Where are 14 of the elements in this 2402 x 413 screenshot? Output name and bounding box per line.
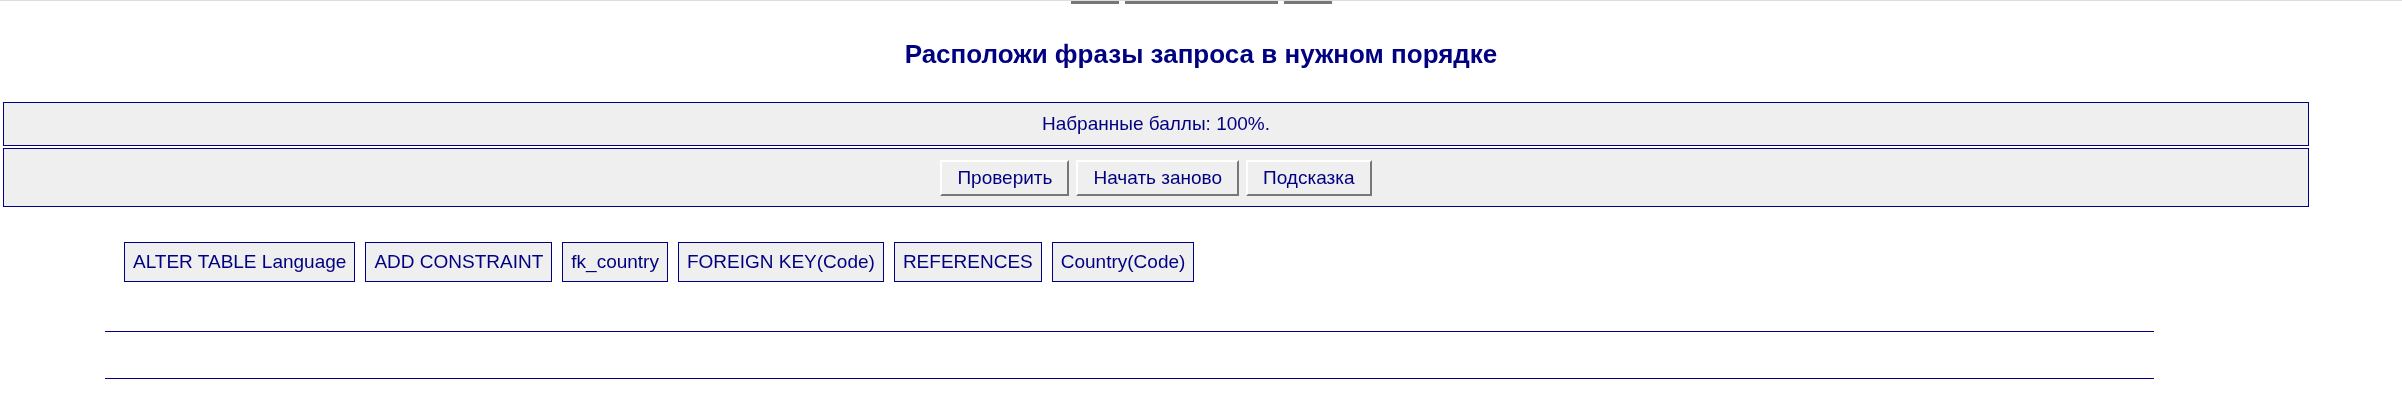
action-button[interactable]: Начать заново bbox=[1076, 159, 1240, 196]
phrase-tile[interactable]: ADD CONSTRAINT bbox=[365, 242, 553, 282]
phrase-tile[interactable]: FOREIGN KEY(Code) bbox=[677, 242, 884, 282]
phrase-tile[interactable]: fk_country bbox=[562, 242, 668, 282]
score-text: Набранные баллы: 100%. bbox=[1041, 113, 1271, 135]
cut-off-tab[interactable] bbox=[1283, 1, 1332, 4]
phrase-tile[interactable]: REFERENCES bbox=[893, 242, 1042, 282]
action-button[interactable]: Подсказка bbox=[1246, 159, 1372, 196]
cut-off-tab[interactable] bbox=[1070, 1, 1119, 4]
action-button[interactable]: Проверить bbox=[940, 159, 1070, 196]
page-title: Расположи фразы запроса в нужном порядке bbox=[904, 38, 1498, 67]
phrase-tile[interactable]: ALTER TABLE Language bbox=[124, 242, 356, 282]
phrase-tile[interactable]: Country(Code) bbox=[1051, 242, 1195, 282]
cut-off-tab[interactable] bbox=[1124, 1, 1278, 4]
